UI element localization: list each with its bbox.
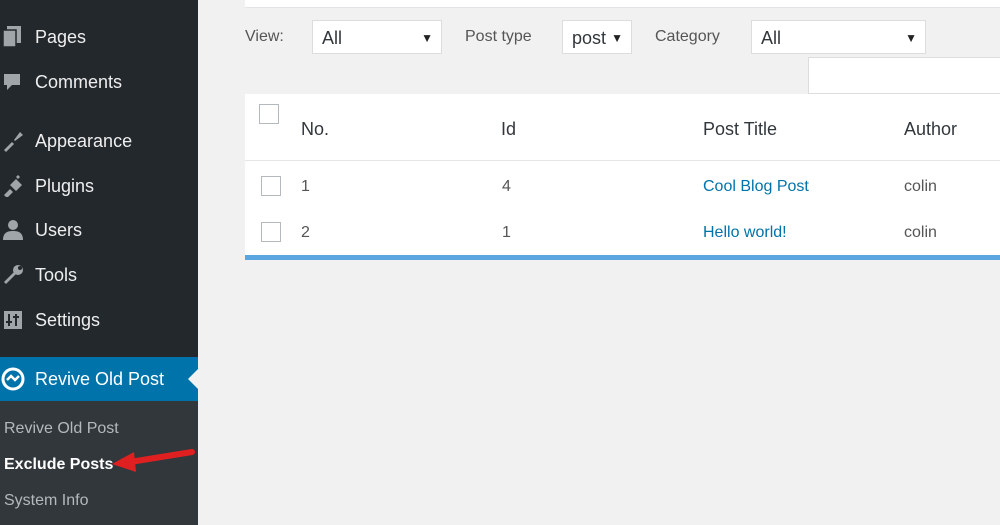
posts-table: No. Id Post Title Author 1 4 Cool Blog P…	[245, 94, 1000, 260]
sidebar-item-label: Appearance	[35, 130, 133, 151]
view-select-value: All	[322, 28, 343, 48]
sidebar-item-label: Users	[35, 219, 83, 240]
submenu-item-revive-old-post[interactable]: Revive Old Post	[4, 420, 119, 438]
comments-icon	[0, 69, 26, 95]
sidebar-item-revive-old-post[interactable]: Revive Old Post	[0, 357, 198, 401]
row-no: 2	[301, 224, 310, 241]
category-select[interactable]: All ▼	[751, 20, 926, 54]
pages-icon	[0, 24, 26, 50]
row-author: colin	[904, 224, 937, 241]
users-icon	[0, 217, 26, 243]
sidebar-item-label: Pages	[35, 26, 87, 47]
tools-icon	[0, 262, 26, 288]
submenu-item-exclude-posts[interactable]: Exclude Posts	[4, 456, 113, 474]
annotation-arrow-icon	[112, 449, 195, 472]
sidebar-item-label: Comments	[35, 71, 123, 92]
sidebar-item-pages[interactable]: Pages	[0, 17, 198, 57]
settings-icon	[0, 307, 26, 333]
category-select-value: All	[761, 28, 782, 48]
row-post-title-link[interactable]: Hello world!	[703, 224, 787, 242]
row-checkbox[interactable]	[261, 222, 281, 242]
column-header-no: No.	[301, 119, 330, 139]
sidebar-item-label: Tools	[35, 264, 78, 285]
appearance-icon	[0, 128, 26, 154]
chevron-down-icon: ▼	[905, 31, 917, 45]
sidebar-item-label: Revive Old Post	[35, 368, 165, 389]
top-panel	[245, 0, 1000, 8]
view-select[interactable]: All ▼	[312, 20, 442, 54]
sidebar-item-label: Settings	[35, 309, 101, 330]
column-header-post-title: Post Title	[703, 119, 778, 139]
row-id: 4	[502, 178, 511, 195]
header-divider	[245, 160, 1000, 161]
select-all-checkbox[interactable]	[259, 104, 279, 124]
chevron-down-icon: ▼	[611, 31, 623, 45]
row-post-title-link[interactable]: Cool Blog Post	[703, 178, 809, 196]
view-label: View:	[245, 28, 284, 45]
column-header-author: Author	[904, 119, 958, 139]
post-type-select-value: post	[572, 28, 607, 48]
category-label: Category	[655, 28, 720, 45]
search-input[interactable]	[808, 57, 1000, 94]
row-id: 1	[502, 224, 511, 241]
plugins-icon	[0, 173, 26, 199]
post-type-select[interactable]: post ▼	[562, 20, 632, 54]
sidebar-item-label: Plugins	[35, 175, 95, 196]
sidebar-item-tools[interactable]: Tools	[0, 255, 198, 295]
row-checkbox[interactable]	[261, 176, 281, 196]
column-header-id: Id	[501, 119, 517, 139]
sidebar-item-comments[interactable]: Comments	[0, 62, 198, 102]
sidebar-item-settings[interactable]: Settings	[0, 300, 198, 340]
sidebar-item-appearance[interactable]: Appearance	[0, 121, 198, 161]
sidebar-item-plugins[interactable]: Plugins	[0, 166, 198, 206]
row-author: colin	[904, 178, 937, 195]
revive-icon	[0, 366, 26, 392]
post-type-label: Post type	[465, 28, 532, 45]
submenu-item-system-info[interactable]: System Info	[4, 492, 88, 510]
row-no: 1	[301, 178, 310, 195]
chevron-down-icon: ▼	[421, 31, 433, 45]
sidebar-item-users[interactable]: Users	[0, 210, 198, 250]
